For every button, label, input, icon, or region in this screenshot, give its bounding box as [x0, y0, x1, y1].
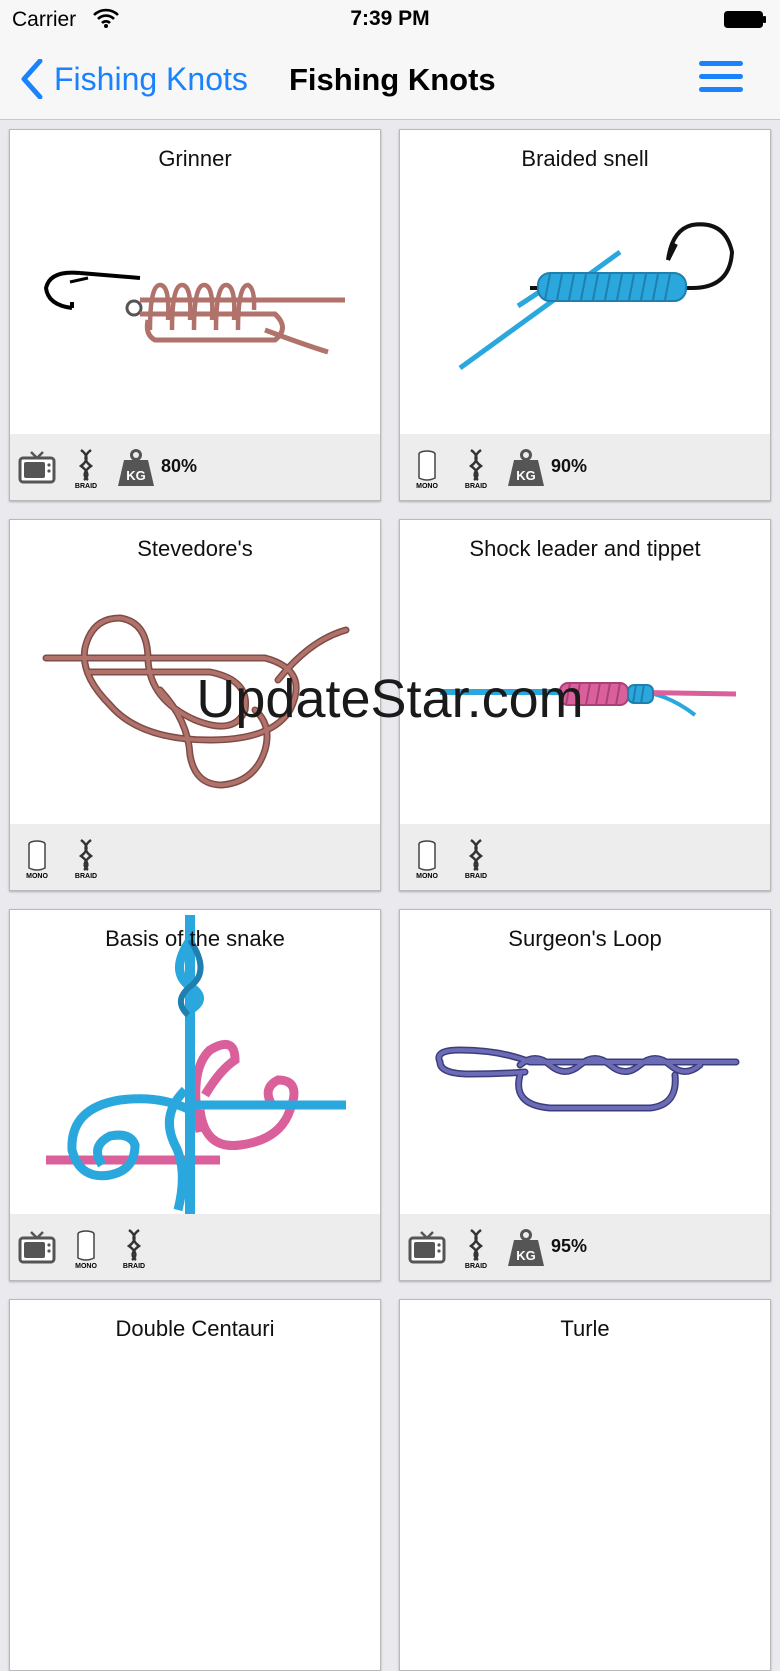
braid-line-icon: BRAID	[465, 1228, 487, 1270]
knot-card-basis-of-the-snake[interactable]: Basis of the snake MONO BRAID	[9, 909, 381, 1281]
svg-text:MONO: MONO	[416, 873, 438, 880]
svg-text:BRAID: BRAID	[123, 1263, 145, 1270]
svg-text:KG: KG	[516, 468, 536, 483]
knot-card-footer: MONO BRAID	[10, 824, 380, 890]
video-tv-icon	[408, 1231, 446, 1264]
kg-weight-icon: KG	[118, 449, 154, 486]
mono-line-icon: MONO	[75, 1230, 97, 1270]
knot-title: Basis of the snake	[105, 926, 285, 951]
braid-line-icon: BRAID	[75, 448, 97, 490]
status-bar: Carrier 7:39 PM	[0, 0, 780, 40]
navigation-bar: Fishing Knots Fishing Knots	[0, 40, 780, 120]
menu-button[interactable]	[699, 61, 743, 95]
svg-text:BRAID: BRAID	[75, 873, 97, 880]
knot-title: Braided snell	[521, 146, 649, 171]
svg-text:KG: KG	[516, 1248, 536, 1263]
video-tv-icon	[18, 1231, 56, 1264]
svg-text:MONO: MONO	[26, 873, 48, 880]
svg-text:MONO: MONO	[416, 483, 438, 490]
shock-leader-illustration	[440, 682, 737, 717]
knot-strength: 90%	[551, 456, 588, 476]
knot-title: Grinner	[158, 146, 232, 171]
kg-weight-icon: KG	[508, 449, 544, 486]
braid-line-icon: BRAID	[75, 838, 97, 880]
surgeons-loop-illustration	[435, 1046, 740, 1112]
knot-grid: Grinner BRAID KG 80% Braided snell MONO …	[0, 120, 780, 1671]
svg-text:MONO: MONO	[75, 1263, 97, 1270]
knot-title: Double Centauri	[115, 1316, 275, 1341]
clock-time: 7:39 PM	[350, 7, 430, 30]
hamburger-menu-icon-bar	[699, 87, 743, 92]
knot-title: Surgeon's Loop	[508, 926, 662, 951]
braid-line-icon: BRAID	[123, 1228, 145, 1270]
svg-text:BRAID: BRAID	[465, 1263, 487, 1270]
hamburger-menu-icon-bar	[699, 74, 743, 79]
svg-text:BRAID: BRAID	[465, 483, 487, 490]
mono-line-icon: MONO	[26, 840, 48, 880]
knot-title: Stevedore's	[137, 536, 253, 561]
braided-snell-illustration	[458, 222, 735, 371]
back-button-label: Fishing Knots	[54, 60, 248, 97]
video-tv-icon	[18, 451, 56, 484]
battery-icon	[724, 11, 766, 28]
knot-card-footer: MONO BRAID KG 90%	[400, 434, 770, 500]
knot-card-turle[interactable]: Turle	[399, 1299, 771, 1671]
mono-line-icon: MONO	[416, 840, 438, 880]
mono-line-icon: MONO	[416, 450, 438, 490]
knot-card-footer: BRAID KG 95%	[400, 1214, 770, 1280]
svg-text:BRAID: BRAID	[465, 873, 487, 880]
knot-card-footer: MONO BRAID	[400, 824, 770, 890]
knot-card-footer: BRAID KG 80%	[10, 434, 380, 500]
chevron-left-icon	[21, 59, 43, 99]
stevedores-knot-illustration	[42, 614, 350, 789]
knot-strength: 80%	[161, 456, 198, 476]
knot-title: Shock leader and tippet	[469, 536, 701, 561]
svg-text:KG: KG	[126, 468, 146, 483]
knot-card-shock-leader-and-tippet[interactable]: Shock leader and tippet MONO BRAID	[399, 519, 771, 891]
knot-card-surgeons-loop[interactable]: Surgeon's Loop BRAID KG 95%	[399, 909, 771, 1281]
grinner-knot-illustration	[43, 270, 345, 355]
kg-weight-icon: KG	[508, 1229, 544, 1266]
svg-text:BRAID: BRAID	[75, 483, 97, 490]
knot-strength: 95%	[551, 1236, 588, 1256]
basis-of-the-snake-illustration	[46, 915, 346, 1215]
knot-title: Turle	[560, 1316, 610, 1341]
braid-line-icon: BRAID	[465, 838, 487, 880]
knot-card-footer: MONO BRAID	[10, 1214, 380, 1280]
braid-line-icon: BRAID	[465, 448, 487, 490]
knot-card-stevedores[interactable]: Stevedore's MONO BRAID	[9, 519, 381, 891]
knot-card-double-centauri[interactable]: Double Centauri	[9, 1299, 381, 1671]
knot-card-braided-snell[interactable]: Braided snell MONO BRAID KG 90%	[399, 129, 771, 501]
back-button[interactable]: Fishing Knots	[20, 58, 248, 100]
hamburger-menu-icon	[699, 61, 743, 66]
knot-card-grinner[interactable]: Grinner BRAID KG 80%	[9, 129, 381, 501]
page-title: Fishing Knots	[289, 62, 496, 97]
